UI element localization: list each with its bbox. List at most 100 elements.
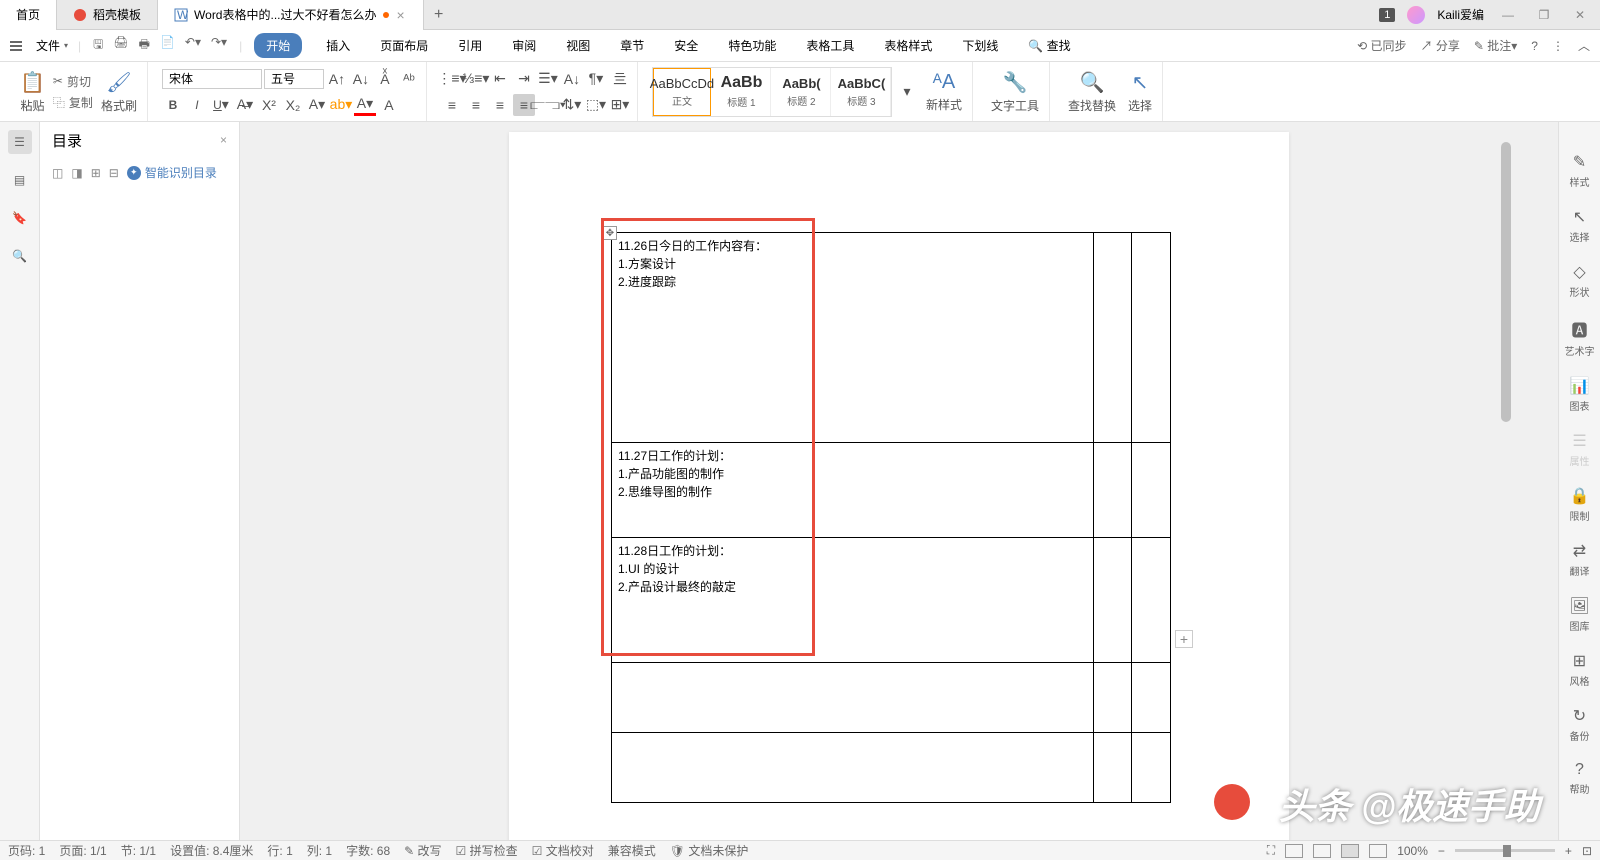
tab-review[interactable]: 审阅 (506, 33, 542, 58)
tab-home[interactable]: 首页 (0, 0, 57, 30)
table-move-handle[interactable]: ✥ (603, 226, 617, 240)
text-tools-button[interactable]: 🔧文字工具 (987, 68, 1043, 116)
status-proof[interactable]: ☑ 文档校对 (532, 842, 594, 859)
status-zoom[interactable]: 100% (1397, 844, 1428, 858)
align-center-button[interactable]: ≡ (465, 94, 487, 116)
collapse-icon[interactable]: ◨ (71, 166, 82, 180)
change-case-icon[interactable]: ᴬᵇ (398, 68, 420, 90)
undo-icon[interactable]: ↶▾ (185, 35, 201, 56)
document-table[interactable]: 11.26日今日的工作内容有： 1.方案设计 2.进度跟踪 11.27日工作的计… (611, 232, 1171, 803)
increase-indent-button[interactable]: ⇥ (513, 68, 535, 90)
limit-panel-button[interactable]: 🔒限制 (1570, 486, 1590, 523)
show-marks-button[interactable]: ¶▾ (585, 68, 607, 90)
copy-button[interactable]: ⿻ 复制 (53, 94, 93, 111)
align-left-button[interactable]: ≡ (441, 94, 463, 116)
status-revise[interactable]: ✎ 改写 (404, 842, 441, 859)
table-cell[interactable] (1093, 233, 1132, 443)
print-preview-icon[interactable]: 📄 (160, 35, 175, 56)
user-name[interactable]: Kaili爱编 (1437, 6, 1484, 23)
status-word-count[interactable]: 字数: 68 (346, 842, 390, 859)
bold-button[interactable]: B (162, 94, 184, 116)
expand-icon[interactable]: ◫ (52, 166, 63, 180)
smart-outline-button[interactable]: ✦ 智能识别目录 (127, 164, 217, 181)
table-cell[interactable]: 11.27日工作的计划： 1.产品功能图的制作 2.思维导图的制作 (612, 443, 1094, 538)
hamburger-icon[interactable] (10, 41, 22, 51)
highlight-button[interactable]: ab▾ (330, 94, 352, 116)
close-icon[interactable]: × (395, 7, 407, 23)
decrease-font-icon[interactable]: A↓ (350, 68, 372, 90)
backup-panel-button[interactable]: ↻备份 (1570, 706, 1590, 743)
add-tab-button[interactable]: + (424, 6, 454, 24)
border-button[interactable]: ⊞▾ (609, 94, 631, 116)
tab-reference[interactable]: 引用 (452, 33, 488, 58)
zoom-icon[interactable]: 🔍 (8, 244, 32, 268)
tab-table-tools[interactable]: 表格工具 (800, 33, 860, 58)
text-effect-button[interactable]: A▾ (306, 94, 328, 116)
table-cell[interactable] (1132, 733, 1171, 803)
remove-icon[interactable]: ⊟ (109, 166, 119, 180)
attr-panel-button[interactable]: ☰属性 (1570, 431, 1590, 468)
distribute-button[interactable]: ⫍⫎▾ (537, 94, 559, 116)
fit-page-icon[interactable]: ⊡ (1582, 844, 1592, 858)
style-heading1[interactable]: AaBb标题 1 (713, 68, 771, 116)
subscript-button[interactable]: X₂ (282, 94, 304, 116)
sort-button[interactable]: A↓ (561, 68, 583, 90)
shape-panel-button[interactable]: ◇形状 (1570, 262, 1590, 299)
bullet-list-button[interactable]: ⋮≡▾ (441, 68, 463, 90)
font-size-select[interactable] (264, 69, 324, 89)
sync-status[interactable]: ⟲ 已同步 (1357, 37, 1406, 54)
table-cell[interactable] (1132, 443, 1171, 538)
tab-insert[interactable]: 插入 (320, 33, 356, 58)
table-cell[interactable] (1093, 663, 1132, 733)
number-list-button[interactable]: ⅓≡▾ (465, 68, 487, 90)
new-style-button[interactable]: ᴬA新样式 (922, 69, 966, 115)
strikethrough-button[interactable]: A̶▾ (234, 94, 256, 116)
table-cell[interactable] (1132, 663, 1171, 733)
minimize-icon[interactable]: — (1496, 3, 1520, 27)
add-column-button[interactable]: + (1175, 630, 1193, 648)
style-gallery[interactable]: AaBbCcDd正文 AaBb标题 1 AaBb(标题 2 AaBbC(标题 3 (652, 67, 892, 117)
view-print-button[interactable] (1285, 844, 1303, 858)
outline-icon[interactable]: ☰ (8, 130, 32, 154)
tab-table-style[interactable]: 表格样式 (878, 33, 938, 58)
cut-button[interactable]: ✂ 剪切 (53, 73, 93, 90)
share-button[interactable]: ↗ 分享 (1421, 37, 1460, 54)
chevron-up-icon[interactable]: ︿ (1578, 37, 1590, 54)
select-button[interactable]: ↖选择 (1124, 68, 1156, 116)
library-panel-button[interactable]: 🖼图库 (1569, 596, 1589, 633)
italic-button[interactable]: I (186, 94, 208, 116)
status-protect[interactable]: 🛡 文档未保护 (670, 842, 749, 859)
scrollbar[interactable] (1498, 122, 1516, 820)
superscript-button[interactable]: X² (258, 94, 280, 116)
save-icon[interactable]: 🖫 (93, 35, 103, 56)
file-menu[interactable]: 文件▾ (28, 33, 76, 58)
style-heading3[interactable]: AaBbC(标题 3 (833, 68, 891, 116)
status-setting[interactable]: 设置值: 8.4厘米 (170, 842, 253, 859)
tab-template[interactable]: 稻壳模板 (57, 0, 158, 30)
add-icon[interactable]: ⊞ (91, 166, 101, 180)
underline-button[interactable]: U▾ (210, 94, 232, 116)
scroll-thumb[interactable] (1501, 142, 1511, 422)
tab-view[interactable]: 视图 (560, 33, 596, 58)
clear-format-icon[interactable]: Aͯ (374, 68, 396, 90)
text-direction-button[interactable]: ☰▾ (537, 68, 559, 90)
tab-section[interactable]: 章节 (614, 33, 650, 58)
increase-font-icon[interactable]: A↑ (326, 68, 348, 90)
table-cell[interactable]: 11.28日工作的计划： 1.UI 的设计 2.产品设计最终的敲定 (612, 538, 1094, 663)
page-icon[interactable]: ▤ (8, 168, 32, 192)
table-cell[interactable]: 11.26日今日的工作内容有： 1.方案设计 2.进度跟踪 (612, 233, 1094, 443)
table-cell[interactable] (1093, 443, 1132, 538)
table-cell[interactable] (612, 663, 1094, 733)
find-replace-button[interactable]: 🔍查找替换 (1064, 68, 1120, 116)
paste-button[interactable]: 📋粘贴 (16, 68, 49, 116)
print-icon[interactable]: 🖶 (139, 35, 150, 56)
style-panel-button[interactable]: ✎样式 (1570, 152, 1590, 189)
redo-icon[interactable]: ↷▾ (211, 35, 227, 56)
font-family-select[interactable] (162, 69, 262, 89)
zoom-slider[interactable] (1455, 849, 1555, 852)
fullscreen-icon[interactable]: ⛶ (1267, 843, 1275, 858)
save-as-icon[interactable]: 🖨 (113, 35, 128, 56)
tab-find[interactable]: 🔍 查找 (1022, 33, 1076, 58)
status-row[interactable]: 行: 1 (267, 842, 292, 859)
tab-underline[interactable]: 下划线 (956, 33, 1004, 58)
